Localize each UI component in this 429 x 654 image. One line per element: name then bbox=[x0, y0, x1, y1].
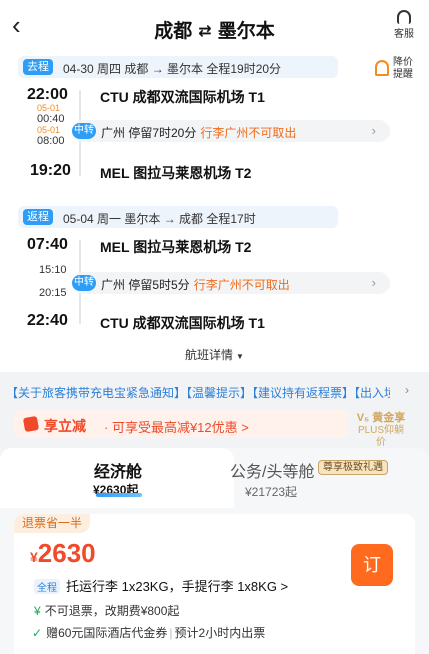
ticketing-note: 预计2小时内出票 bbox=[174, 626, 266, 640]
coupon-icon bbox=[22, 415, 40, 433]
price-alert-button[interactable]: 降价 提醒 bbox=[373, 56, 419, 86]
chevron-right-icon: › bbox=[371, 123, 376, 138]
active-tab-indicator bbox=[96, 493, 142, 497]
headset-icon bbox=[397, 10, 411, 24]
transfer-arrive-date: 05-01 bbox=[37, 103, 61, 113]
fare-price: ¥2630 bbox=[30, 538, 96, 568]
transfer-text: 广州 停留7时20分 行李广州不可取出 bbox=[101, 126, 297, 140]
destination-city: 墨尔本 bbox=[217, 21, 275, 42]
chevron-right-icon: › bbox=[405, 383, 409, 397]
inbound-depart-time: 07:40 bbox=[27, 236, 68, 253]
transfer-arrive-time: 00:40 bbox=[37, 113, 65, 125]
origin-city: 成都 bbox=[154, 21, 193, 42]
outbound-tag: 去程 bbox=[23, 59, 53, 75]
gift-info: ✓ 赠60元国际酒店代金券 | 预计2小时内出票 bbox=[32, 626, 266, 640]
business-badge: 尊享极致礼遇 bbox=[318, 460, 388, 475]
inbound-transfer-row[interactable]: 中转 广州 停留5时5分 行李广州不可取出 › bbox=[72, 272, 390, 294]
inbound-transfer-depart-time: 20:15 bbox=[39, 287, 67, 299]
tab-economy[interactable]: 经济舱 ¥2630起 bbox=[0, 448, 234, 508]
luggage-info[interactable]: 全程 托运行李 1x23KG，手提行李 1x8KG > bbox=[34, 576, 288, 595]
outbound-arrive-time: 19:20 bbox=[30, 162, 71, 179]
promo-banner[interactable]: 享立减 · 可享受最高减¥12优惠 > bbox=[14, 410, 348, 438]
transfer-text: 广州 停留5时5分 行李广州不可取出 bbox=[101, 278, 290, 292]
customer-service-label: 客服 bbox=[394, 29, 414, 40]
promo-title: 享立减 bbox=[44, 418, 86, 434]
outbound-transfer-row[interactable]: 中转 广州 停留7时20分 行李广州不可取出 › bbox=[72, 120, 390, 142]
transfer-warning: 行李广州不可取出 bbox=[200, 126, 297, 140]
bell-icon bbox=[375, 60, 389, 76]
outbound-depart-time: 22:00 bbox=[27, 86, 68, 103]
refund-policy: ¥ 不可退票，改期费¥800起 bbox=[34, 604, 180, 618]
notice-text: 【关于旅客携带充电宝紧急通知】【温馨提示】【建议持有返程票】【出入境... bbox=[6, 386, 390, 400]
refund-half-tag: 退票省一半 bbox=[14, 514, 91, 533]
transfer-depart-date: 05-01 bbox=[37, 125, 61, 135]
flight-details-link[interactable]: 航班详情 ▼ bbox=[0, 346, 429, 363]
inbound-arrive-time: 22:40 bbox=[27, 312, 68, 329]
outbound-header: 去程 04-30 周四 成都 → 墨尔本 全程19时20分 bbox=[18, 56, 338, 78]
inbound-arrive-airport: CTU 成都双流国际机场 T1 bbox=[100, 315, 265, 331]
fare-card[interactable]: 退票省一半 ¥2630 订 全程 托运行李 1x23KG，手提行李 1x8KG >… bbox=[14, 514, 415, 654]
outbound-info: 04-30 周四 成都 → 墨尔本 全程19时20分 bbox=[63, 62, 282, 76]
transfer-depart-time: 08:00 bbox=[37, 135, 65, 147]
transfer-warning: 行李广州不可取出 bbox=[193, 278, 290, 292]
transfer-tag: 中转 bbox=[72, 123, 96, 139]
flight-itinerary: 去程 04-30 周四 成都 → 墨尔本 全程19时20分 降价 提醒 22:00… bbox=[0, 52, 429, 372]
book-button[interactable]: 订 bbox=[351, 544, 393, 586]
chevron-right-icon: › bbox=[371, 275, 376, 290]
business-price[interactable]: ¥21723起 bbox=[245, 483, 297, 500]
inbound-info: 05-04 周一 墨尔本 → 成都 全程17时 bbox=[63, 212, 256, 226]
yen-icon: ¥ bbox=[34, 604, 41, 618]
inbound-depart-airport: MEL 图拉马莱恩机场 T2 bbox=[100, 239, 252, 255]
economy-name: 经济舱 bbox=[94, 464, 143, 481]
caret-down-icon: ▼ bbox=[236, 352, 244, 361]
route-title: 成都 ⇄ 墨尔本 bbox=[0, 16, 429, 43]
swap-icon[interactable]: ⇄ bbox=[198, 21, 211, 41]
outbound-depart-airport: CTU 成都双流国际机场 T1 bbox=[100, 89, 265, 105]
business-name[interactable]: 公务/头等舱 bbox=[230, 458, 314, 482]
scope-tag: 全程 bbox=[34, 579, 60, 594]
inbound-header: 返程 05-04 周一 墨尔本 → 成都 全程17时 bbox=[18, 206, 338, 228]
notice-bar[interactable]: 【关于旅客携带充电宝紧急通知】【温馨提示】【建议持有返程票】【出入境... › bbox=[0, 380, 429, 402]
top-bar: ‹ 成都 ⇄ 墨尔本 客服 bbox=[0, 0, 429, 52]
inbound-tag: 返程 bbox=[23, 209, 53, 225]
outbound-arrive-airport: MEL 图拉马莱恩机场 T2 bbox=[100, 165, 252, 181]
price-alert-label: 降价 提醒 bbox=[393, 57, 413, 80]
promo-text: · 可享受最高减¥12优惠 > bbox=[104, 420, 249, 435]
plus-member-badge[interactable]: V₅ 黄金享 PLUS仰躺价 bbox=[353, 412, 409, 449]
transfer-tag: 中转 bbox=[72, 275, 96, 291]
check-icon: ✓ bbox=[32, 626, 43, 640]
page: ‹ 成都 ⇄ 墨尔本 客服 去程 04-30 周四 成都 → 墨尔本 全程19时20… bbox=[0, 0, 429, 654]
cabin-section: 经济舱 ¥2630起 公务/头等舱 尊享极致礼遇 ¥21723起 退票省一半 ¥… bbox=[0, 448, 429, 654]
inbound-transfer-arrive-time: 15:10 bbox=[39, 264, 67, 276]
customer-service-button[interactable]: 客服 bbox=[389, 10, 419, 40]
